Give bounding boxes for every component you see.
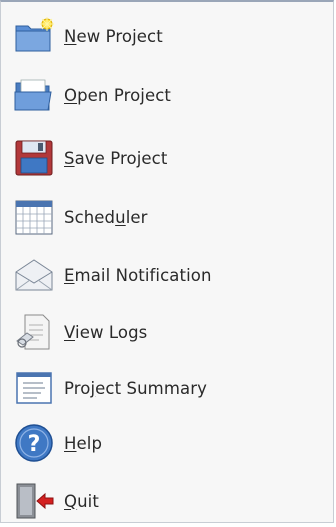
menu-item-label: Help: [64, 433, 103, 453]
menu-item-label: Save Project: [64, 148, 168, 168]
menu-item-label: Open Project: [64, 85, 171, 105]
menu-item-email-notification[interactable]: Email Notification: [1, 249, 335, 301]
open-folder-icon: [13, 74, 55, 116]
menu-item-save-project[interactable]: Save Project: [1, 132, 335, 184]
save-disk-icon: [13, 137, 55, 179]
menu-item-label: Email Notification: [64, 265, 212, 285]
menu-item-new-project[interactable]: New Project: [1, 10, 335, 62]
menu-item-help[interactable]: ? Help: [1, 417, 335, 469]
menu-item-view-logs[interactable]: View Logs: [1, 306, 335, 358]
menu-item-label: Quit: [64, 491, 99, 511]
menu-item-open-project[interactable]: Open Project: [1, 69, 335, 121]
logs-icon: [13, 311, 55, 353]
new-folder-icon: [13, 15, 55, 57]
menu-item-label: Project Summary: [64, 378, 207, 398]
svg-text:?: ?: [28, 432, 41, 457]
summary-icon: [13, 367, 55, 409]
project-menu: New Project Open Project Save Project Sc…: [0, 0, 334, 523]
menu-item-label: View Logs: [64, 322, 148, 342]
menu-item-project-summary[interactable]: Project Summary: [1, 362, 335, 414]
menu-item-scheduler[interactable]: Scheduler: [1, 191, 335, 243]
help-icon: ?: [13, 422, 55, 464]
calendar-icon: [13, 196, 55, 238]
envelope-icon: [13, 254, 55, 296]
menu-item-label: New Project: [64, 26, 163, 46]
exit-door-icon: [13, 480, 55, 522]
menu-item-quit[interactable]: Quit: [1, 475, 335, 527]
menu-item-label: Scheduler: [64, 207, 148, 227]
